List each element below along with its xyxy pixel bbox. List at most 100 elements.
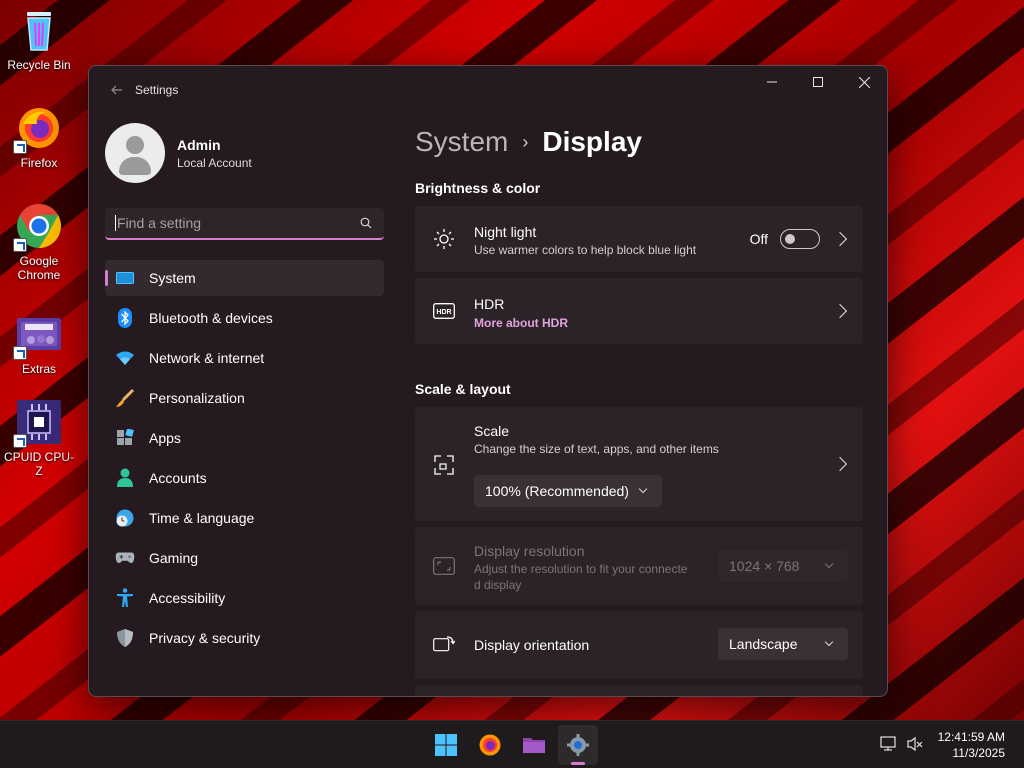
sidebar-item-label: Gaming	[149, 550, 199, 566]
desktop-icon-label: Recycle Bin	[7, 58, 71, 72]
sidebar-item-label: Bluetooth & devices	[149, 310, 273, 326]
sidebar-item-label: Time & language	[149, 510, 255, 526]
sidebar-item-label: Accounts	[149, 470, 207, 486]
network-monitor-icon[interactable]	[880, 735, 898, 753]
display-orientation-card: Display orientation Landscape	[415, 611, 863, 679]
close-button[interactable]	[841, 66, 887, 98]
monitor-icon	[115, 268, 135, 288]
avatar	[105, 123, 165, 183]
desktop-icon-label: Google Chrome	[17, 254, 61, 282]
chevron-down-icon	[824, 637, 834, 647]
desktop-icon-recycle-bin[interactable]: Recycle Bin	[2, 6, 76, 72]
back-button[interactable]	[97, 70, 137, 110]
sidebar-item-bluetooth[interactable]: Bluetooth & devices	[105, 300, 384, 336]
night-light-state: Off	[749, 231, 768, 247]
start-icon	[435, 734, 457, 756]
breadcrumb: System › Display	[415, 126, 642, 158]
sidebar-item-apps[interactable]: Apps	[105, 420, 384, 456]
search-input[interactable]	[117, 215, 347, 231]
section-title-brightness: Brightness & color	[415, 180, 541, 196]
sidebar-item-accessibility[interactable]: Accessibility	[105, 580, 384, 616]
orientation-dropdown[interactable]: Landscape	[718, 628, 848, 660]
scale-subtitle: Change the size of text, apps, and other…	[474, 442, 719, 456]
shortcut-arrow-icon	[13, 434, 27, 448]
file-explorer-icon	[523, 738, 545, 753]
search-box[interactable]	[105, 208, 384, 240]
night-light-card[interactable]: Night light Use warmer colors to help bl…	[415, 206, 863, 272]
desktop-icon-chrome[interactable]: Google Chrome	[2, 202, 76, 282]
accessibility-icon	[115, 588, 135, 608]
resolution-icon	[433, 555, 455, 577]
desktop-icon-label: CPUID CPU-Z	[3, 450, 74, 478]
active-indicator	[571, 762, 585, 765]
sidebar-item-privacy-security[interactable]: Privacy & security	[105, 620, 384, 656]
nav-list: System Bluetooth & devices Network & int…	[105, 260, 384, 660]
maximize-button[interactable]	[795, 66, 841, 98]
resolution-dropdown: 1024 × 768	[718, 550, 848, 582]
desktop-icon-extras[interactable]: Extras	[2, 310, 76, 376]
sidebar-item-network[interactable]: Network & internet	[105, 340, 384, 376]
sidebar-item-personalization[interactable]: Personalization	[105, 380, 384, 416]
back-arrow-icon	[111, 85, 122, 95]
night-light-toggle[interactable]	[780, 229, 820, 249]
chevron-down-icon	[638, 484, 648, 494]
display-resolution-card: Display resolution Adjust the resolution…	[415, 527, 863, 605]
search-icon[interactable]	[360, 217, 372, 229]
user-name: Admin	[177, 136, 221, 153]
hdr-learn-more-link[interactable]: More about HDR	[474, 316, 568, 330]
taskbar-file-explorer-button[interactable]	[514, 725, 554, 765]
window-controls	[749, 66, 887, 98]
sidebar-item-system[interactable]: System	[105, 260, 384, 296]
title-bar: Settings	[89, 66, 887, 114]
sidebar-item-label: Accessibility	[149, 590, 226, 606]
desktop-icon-label: Firefox	[20, 156, 58, 170]
sidebar-item-accounts[interactable]: Accounts	[105, 460, 384, 496]
hdr-card[interactable]: HDR HDR More about HDR	[415, 278, 863, 344]
desktop-icon-firefox[interactable]: Firefox	[2, 104, 76, 170]
wifi-icon	[115, 348, 135, 368]
brightness-sun-icon	[433, 228, 455, 250]
sidebar-item-gaming[interactable]: Gaming	[105, 540, 384, 576]
person-icon	[115, 468, 135, 488]
scale-card[interactable]: Scale Change the size of text, apps, and…	[415, 407, 863, 521]
next-setting-card[interactable]	[415, 685, 863, 696]
system-clock[interactable]: 12:41:59 AM 11/3/2025	[938, 729, 1005, 761]
breadcrumb-parent[interactable]: System	[415, 126, 508, 158]
shortcut-arrow-icon	[13, 140, 27, 154]
firefox-icon	[479, 734, 501, 756]
taskbar-firefox-button[interactable]	[470, 725, 510, 765]
firefox-icon	[13, 104, 63, 154]
user-profile[interactable]: Admin Local Account	[105, 123, 252, 183]
sidebar-item-time-language[interactable]: Time & language	[105, 500, 384, 536]
night-light-subtitle: Use warmer colors to help block blue lig…	[474, 243, 697, 257]
maximize-icon	[813, 77, 823, 87]
scale-selected-value: 100% (Recommended)	[485, 483, 629, 499]
volume-muted-icon[interactable]	[906, 735, 924, 753]
window-title: Settings	[135, 83, 179, 97]
chevron-right-icon	[832, 456, 848, 472]
minimize-button[interactable]	[749, 66, 795, 98]
desktop-icon-cpu-z[interactable]: CPUID CPU-Z	[2, 398, 76, 478]
orientation-title: Display orientation	[474, 637, 590, 653]
sidebar: Admin Local Account System	[89, 114, 399, 696]
taskbar: 12:41:59 AM 11/3/2025	[0, 720, 1024, 768]
shield-icon	[115, 628, 135, 648]
orientation-selected-value: Landscape	[729, 636, 798, 652]
desktop-icon-label: Extras	[21, 362, 56, 376]
resolution-selected-value: 1024 × 768	[729, 558, 800, 574]
sidebar-item-label: System	[149, 270, 196, 286]
sidebar-item-label: Privacy & security	[149, 630, 261, 646]
taskbar-settings-button[interactable]	[558, 725, 598, 765]
start-button[interactable]	[426, 725, 466, 765]
clock-time: 12:41:59 AM	[937, 730, 1005, 744]
scale-dropdown[interactable]: 100% (Recommended)	[474, 475, 662, 507]
main-content: System › Display Brightness & color Nigh…	[415, 114, 887, 696]
brush-icon	[115, 388, 135, 408]
gamepad-icon	[115, 548, 135, 568]
resolution-title: Display resolution	[474, 543, 585, 559]
sidebar-item-label: Personalization	[149, 390, 245, 406]
shortcut-arrow-icon	[13, 238, 27, 252]
shortcut-arrow-icon	[13, 346, 27, 360]
minimize-icon	[767, 81, 777, 83]
page-title: Display	[542, 126, 642, 157]
